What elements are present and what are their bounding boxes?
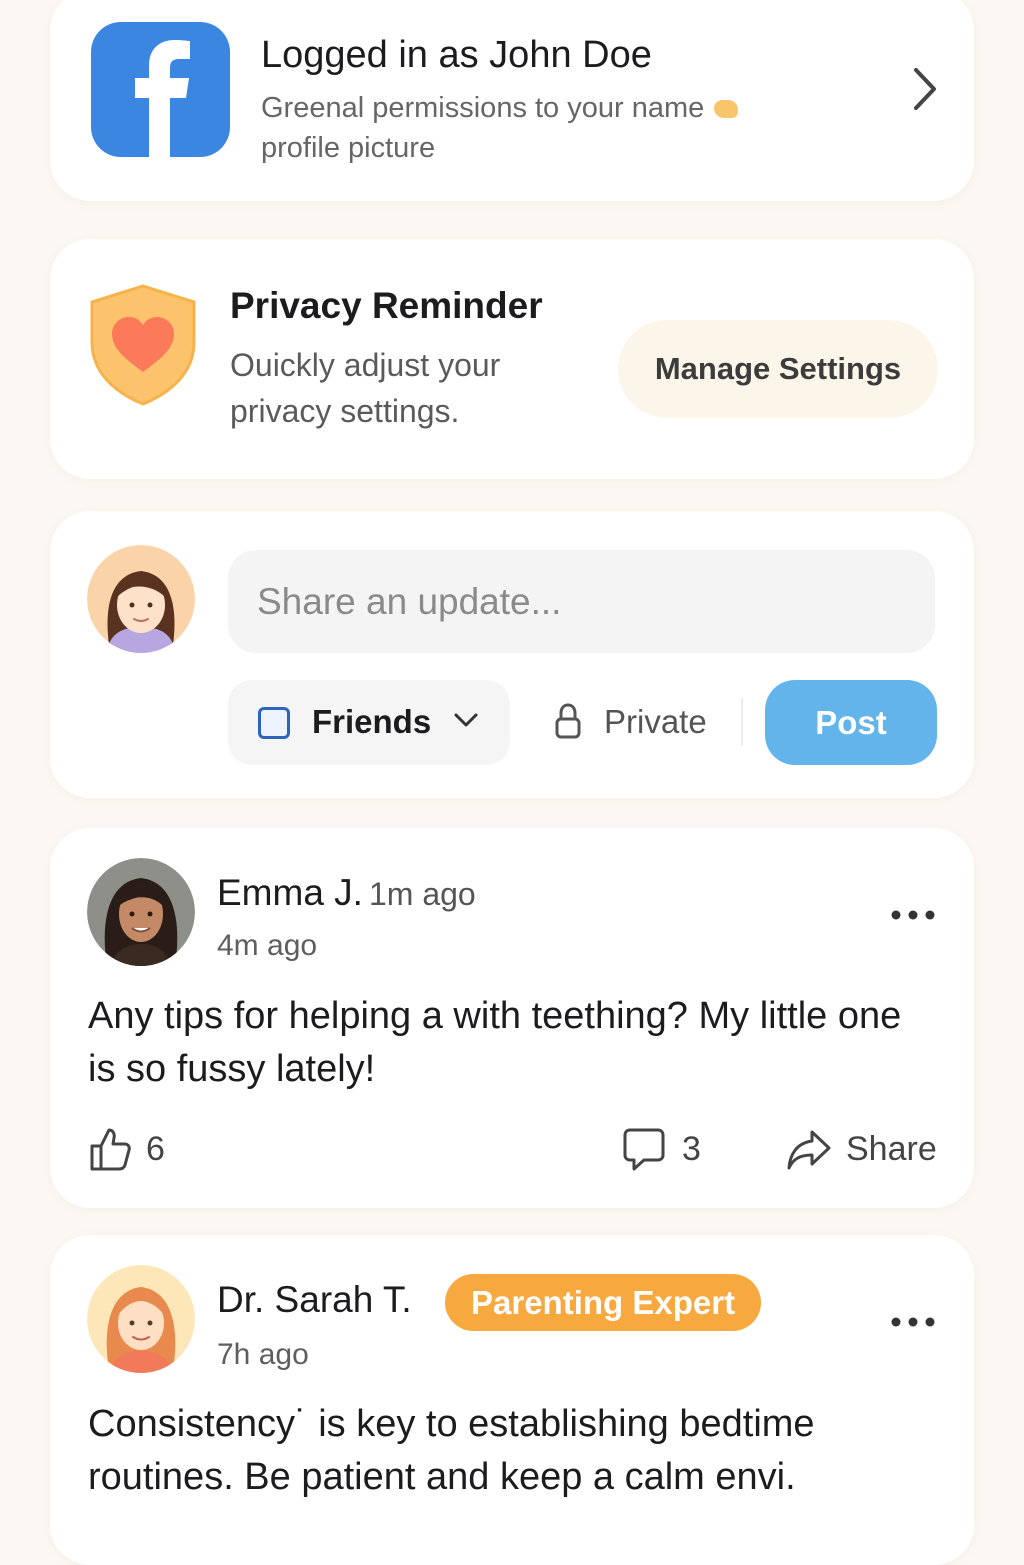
audience-label: Friends <box>312 703 432 740</box>
author-avatar <box>87 1265 195 1373</box>
manage-settings-button[interactable]: Manage Settings <box>618 320 938 418</box>
lock-icon <box>555 703 581 739</box>
facebook-logo-icon <box>91 22 230 157</box>
share-label: Share <box>846 1130 937 1168</box>
post-timestamp: 4m ago <box>217 929 318 962</box>
permissions-line-1: Greenal permissions to your name <box>261 92 705 124</box>
like-icon <box>90 1128 131 1171</box>
user-avatar <box>87 545 195 653</box>
post-timestamp: 7h ago <box>217 1338 309 1371</box>
post-body: Any tips for helping a with teething? My… <box>88 995 902 1090</box>
share-update-input[interactable] <box>228 550 935 653</box>
chevron-right-icon[interactable] <box>910 66 940 112</box>
share-button[interactable]: Share <box>786 1126 946 1174</box>
chevron-down-icon <box>454 713 478 727</box>
author-name[interactable]: Dr. Sarah T. <box>217 1279 412 1321</box>
author-name[interactable]: Emma J. <box>217 872 363 913</box>
post-button[interactable]: Post <box>765 680 937 765</box>
comment-icon <box>623 1128 665 1171</box>
private-toggle[interactable]: Private <box>550 695 730 751</box>
more-options-icon[interactable] <box>888 905 938 925</box>
comment-count: 3 <box>682 1130 701 1168</box>
privacy-description: Ouickly adjust your privacy settings. <box>230 347 501 429</box>
share-icon <box>787 1130 831 1170</box>
author-avatar <box>87 858 195 966</box>
composer-divider <box>741 698 743 746</box>
post-card: Dr. Sarah T. Parenting Expert 7h ago Con… <box>50 1235 974 1565</box>
login-status-card[interactable]: Logged in as John Doe Greenal permission… <box>50 0 974 201</box>
post-card: Emma J. 1m ago 4m ago Any tips for helpin… <box>50 828 974 1208</box>
post-time-inline: 1m ago <box>368 876 476 912</box>
more-options-icon[interactable] <box>888 1312 938 1332</box>
post-author-line: Emma J. 1m ago <box>217 872 476 914</box>
privacy-title: Privacy Reminder <box>230 285 543 326</box>
post-body: Consistency˙ is key to establishing bedt… <box>88 1403 815 1498</box>
shield-heart-icon <box>90 284 196 406</box>
privacy-reminder-card: Privacy Reminder Ouickly adjust your pri… <box>50 239 974 479</box>
login-title: Logged in as John Doe <box>261 34 652 76</box>
like-button[interactable]: 6 <box>88 1126 188 1174</box>
checkbox-icon <box>258 707 290 739</box>
private-label: Private <box>604 703 707 740</box>
comment-button[interactable]: 3 <box>622 1126 712 1174</box>
post-composer-card: Friends Private Post <box>50 511 974 798</box>
like-count: 6 <box>146 1130 165 1168</box>
hand-emoji-icon <box>714 100 739 119</box>
audience-dropdown[interactable]: Friends <box>228 680 510 765</box>
login-permissions-text: Greenal permissions to your name profile… <box>261 88 821 168</box>
permissions-line-2: profile picture <box>261 132 436 164</box>
expert-badge: Parenting Expert <box>445 1274 762 1331</box>
